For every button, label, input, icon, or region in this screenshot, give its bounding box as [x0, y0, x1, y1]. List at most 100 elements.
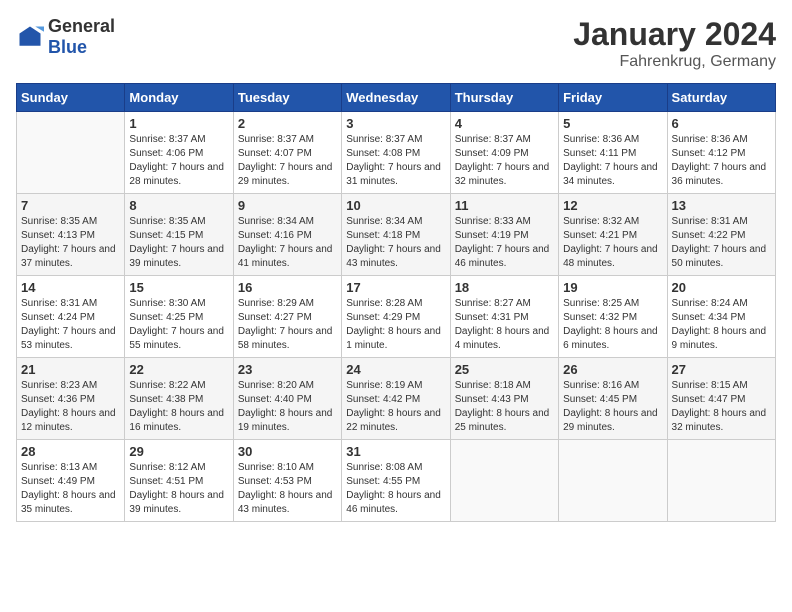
weekday-header-cell: Monday	[125, 84, 233, 112]
day-info: Sunrise: 8:24 AMSunset: 4:34 PMDaylight:…	[672, 297, 771, 353]
day-info: Sunrise: 8:33 AMSunset: 4:19 PMDaylight:…	[455, 215, 554, 271]
calendar-day-cell: 23 Sunrise: 8:20 AMSunset: 4:40 PMDayligh…	[233, 358, 341, 440]
day-info: Sunrise: 8:22 AMSunset: 4:38 PMDaylight:…	[129, 379, 228, 435]
day-number: 12	[563, 198, 662, 213]
day-number: 23	[238, 362, 337, 377]
day-number: 5	[563, 116, 662, 131]
day-info: Sunrise: 8:31 AMSunset: 4:22 PMDaylight:…	[672, 215, 771, 271]
day-number: 30	[238, 444, 337, 459]
calendar-day-cell: 15Sunrise: 8:30 AMSunset: 4:25 PMDayligh…	[125, 276, 233, 358]
calendar-week-row: 14 Sunrise: 8:31 AMSunset: 4:24 PMDayligh…	[17, 276, 776, 358]
calendar-day-cell: 24 Sunrise: 8:19 AMSunset: 4:42 PMDayligh…	[342, 358, 450, 440]
day-info: Sunrise: 8:13 AMSunset: 4:49 PMDaylight:…	[21, 461, 120, 517]
day-number: 18	[455, 280, 554, 295]
calendar-day-cell: 12 Sunrise: 8:32 AMSunset: 4:21 PMDayligh…	[559, 194, 667, 276]
calendar-body: 1 Sunrise: 8:37 AMSunset: 4:06 PMDaylight…	[17, 112, 776, 522]
day-info: Sunrise: 8:27 AMSunset: 4:31 PMDaylight:…	[455, 297, 554, 353]
calendar-week-row: 1 Sunrise: 8:37 AMSunset: 4:06 PMDaylight…	[17, 112, 776, 194]
calendar-day-cell: 25 Sunrise: 8:18 AMSunset: 4:43 PMDayligh…	[450, 358, 558, 440]
weekday-header-cell: Sunday	[17, 84, 125, 112]
day-info: Sunrise: 8:34 AMSunset: 4:18 PMDaylight:…	[346, 215, 445, 271]
calendar-day-cell: 5 Sunrise: 8:36 AMSunset: 4:11 PMDaylight…	[559, 112, 667, 194]
calendar-day-cell: 1 Sunrise: 8:37 AMSunset: 4:06 PMDaylight…	[125, 112, 233, 194]
weekday-header-cell: Thursday	[450, 84, 558, 112]
weekday-header-row: SundayMondayTuesdayWednesdayThursdayFrid…	[17, 84, 776, 112]
day-number: 7	[21, 198, 120, 213]
day-info: Sunrise: 8:35 AMSunset: 4:15 PMDaylight:…	[129, 215, 228, 271]
calendar-day-cell: 4 Sunrise: 8:37 AMSunset: 4:09 PMDaylight…	[450, 112, 558, 194]
day-info: Sunrise: 8:37 AMSunset: 4:07 PMDaylight:…	[238, 133, 337, 189]
calendar-day-cell: 17Sunrise: 8:28 AMSunset: 4:29 PMDayligh…	[342, 276, 450, 358]
calendar-table: SundayMondayTuesdayWednesdayThursdayFrid…	[16, 83, 776, 522]
day-info: Sunrise: 8:19 AMSunset: 4:42 PMDaylight:…	[346, 379, 445, 435]
day-info: Sunrise: 8:12 AMSunset: 4:51 PMDaylight:…	[129, 461, 228, 517]
day-info: Sunrise: 8:32 AMSunset: 4:21 PMDaylight:…	[563, 215, 662, 271]
day-number: 4	[455, 116, 554, 131]
calendar-day-cell: 6Sunrise: 8:36 AMSunset: 4:12 PMDaylight…	[667, 112, 775, 194]
day-info: Sunrise: 8:10 AMSunset: 4:53 PMDaylight:…	[238, 461, 337, 517]
day-info: Sunrise: 8:18 AMSunset: 4:43 PMDaylight:…	[455, 379, 554, 435]
day-info: Sunrise: 8:15 AMSunset: 4:47 PMDaylight:…	[672, 379, 771, 435]
day-number: 1	[129, 116, 228, 131]
day-number: 24	[346, 362, 445, 377]
logo: General Blue	[16, 16, 115, 58]
day-info: Sunrise: 8:29 AMSunset: 4:27 PMDaylight:…	[238, 297, 337, 353]
calendar-day-cell: 19 Sunrise: 8:25 AMSunset: 4:32 PMDayligh…	[559, 276, 667, 358]
day-number: 11	[455, 198, 554, 213]
logo-icon	[16, 23, 44, 51]
day-number: 26	[563, 362, 662, 377]
day-info: Sunrise: 8:37 AMSunset: 4:09 PMDaylight:…	[455, 133, 554, 189]
day-number: 13	[672, 198, 771, 213]
calendar-day-cell: 30 Sunrise: 8:10 AMSunset: 4:53 PMDayligh…	[233, 440, 341, 522]
title-block: January 2024 Fahrenkrug, Germany	[573, 16, 776, 71]
day-info: Sunrise: 8:37 AMSunset: 4:06 PMDaylight:…	[129, 133, 228, 189]
day-info: Sunrise: 8:35 AMSunset: 4:13 PMDaylight:…	[21, 215, 120, 271]
calendar-day-cell: 2Sunrise: 8:37 AMSunset: 4:07 PMDaylight…	[233, 112, 341, 194]
day-number: 20	[672, 280, 771, 295]
calendar-day-cell	[559, 440, 667, 522]
calendar-day-cell: 28Sunrise: 8:13 AMSunset: 4:49 PMDayligh…	[17, 440, 125, 522]
calendar-day-cell: 31Sunrise: 8:08 AMSunset: 4:55 PMDayligh…	[342, 440, 450, 522]
day-info: Sunrise: 8:28 AMSunset: 4:29 PMDaylight:…	[346, 297, 445, 353]
page-header: General Blue January 2024 Fahrenkrug, Ge…	[16, 16, 776, 71]
calendar-day-cell: 11 Sunrise: 8:33 AMSunset: 4:19 PMDayligh…	[450, 194, 558, 276]
calendar-day-cell: 8Sunrise: 8:35 AMSunset: 4:15 PMDaylight…	[125, 194, 233, 276]
calendar-day-cell	[17, 112, 125, 194]
calendar-day-cell: 9Sunrise: 8:34 AMSunset: 4:16 PMDaylight…	[233, 194, 341, 276]
day-number: 10	[346, 198, 445, 213]
calendar-day-cell: 29Sunrise: 8:12 AMSunset: 4:51 PMDayligh…	[125, 440, 233, 522]
day-number: 31	[346, 444, 445, 459]
calendar-week-row: 7 Sunrise: 8:35 AMSunset: 4:13 PMDaylight…	[17, 194, 776, 276]
weekday-header-cell: Friday	[559, 84, 667, 112]
day-info: Sunrise: 8:20 AMSunset: 4:40 PMDaylight:…	[238, 379, 337, 435]
day-number: 19	[563, 280, 662, 295]
day-number: 25	[455, 362, 554, 377]
day-info: Sunrise: 8:16 AMSunset: 4:45 PMDaylight:…	[563, 379, 662, 435]
day-number: 14	[21, 280, 120, 295]
day-number: 3	[346, 116, 445, 131]
calendar-day-cell	[667, 440, 775, 522]
calendar-day-cell: 3 Sunrise: 8:37 AMSunset: 4:08 PMDaylight…	[342, 112, 450, 194]
day-info: Sunrise: 8:34 AMSunset: 4:16 PMDaylight:…	[238, 215, 337, 271]
calendar-week-row: 28Sunrise: 8:13 AMSunset: 4:49 PMDayligh…	[17, 440, 776, 522]
calendar-day-cell: 14 Sunrise: 8:31 AMSunset: 4:24 PMDayligh…	[17, 276, 125, 358]
calendar-week-row: 21Sunrise: 8:23 AMSunset: 4:36 PMDayligh…	[17, 358, 776, 440]
calendar-day-cell: 18 Sunrise: 8:27 AMSunset: 4:31 PMDayligh…	[450, 276, 558, 358]
day-info: Sunrise: 8:37 AMSunset: 4:08 PMDaylight:…	[346, 133, 445, 189]
day-number: 27	[672, 362, 771, 377]
day-number: 6	[672, 116, 771, 131]
day-number: 15	[129, 280, 228, 295]
calendar-day-cell: 13 Sunrise: 8:31 AMSunset: 4:22 PMDayligh…	[667, 194, 775, 276]
day-info: Sunrise: 8:31 AMSunset: 4:24 PMDaylight:…	[21, 297, 120, 353]
day-info: Sunrise: 8:23 AMSunset: 4:36 PMDaylight:…	[21, 379, 120, 435]
location-title: Fahrenkrug, Germany	[573, 53, 776, 71]
logo-general: General	[48, 16, 115, 36]
calendar-day-cell: 16Sunrise: 8:29 AMSunset: 4:27 PMDayligh…	[233, 276, 341, 358]
weekday-header-cell: Saturday	[667, 84, 775, 112]
day-info: Sunrise: 8:36 AMSunset: 4:11 PMDaylight:…	[563, 133, 662, 189]
day-number: 22	[129, 362, 228, 377]
calendar-day-cell: 21Sunrise: 8:23 AMSunset: 4:36 PMDayligh…	[17, 358, 125, 440]
day-info: Sunrise: 8:25 AMSunset: 4:32 PMDaylight:…	[563, 297, 662, 353]
calendar-day-cell: 10 Sunrise: 8:34 AMSunset: 4:18 PMDayligh…	[342, 194, 450, 276]
calendar-day-cell: 7 Sunrise: 8:35 AMSunset: 4:13 PMDaylight…	[17, 194, 125, 276]
